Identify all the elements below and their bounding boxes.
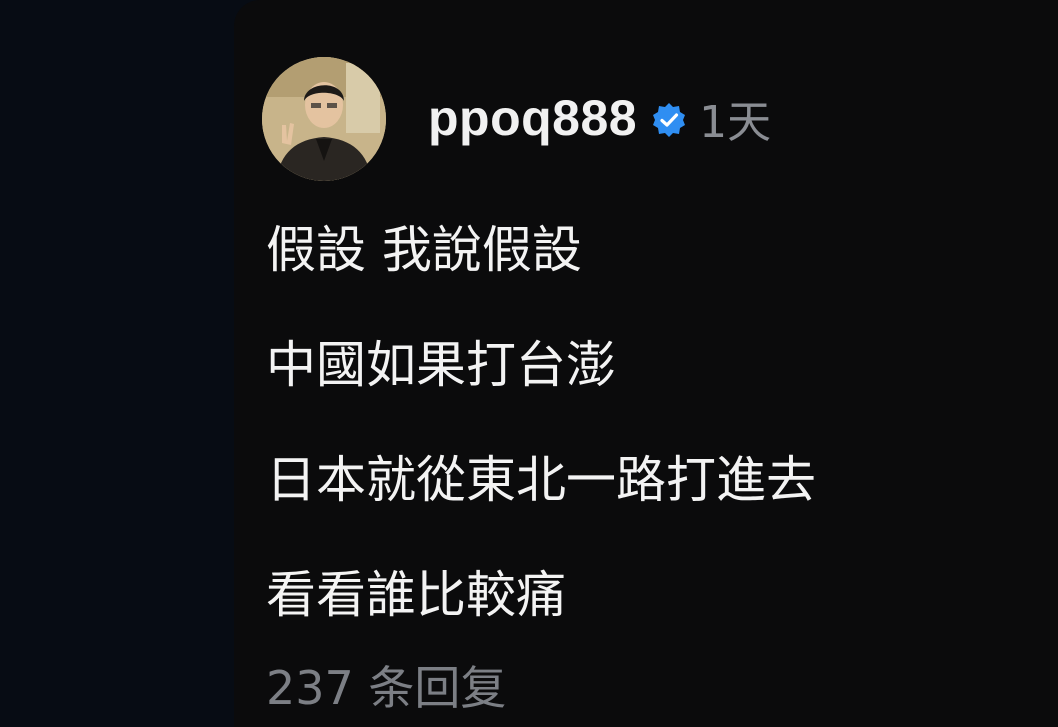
view-replies-link[interactable]: 237 条回复: [266, 660, 506, 716]
post-header: ppoq888 1天: [428, 86, 771, 150]
post-text-line: 看看誰比較痛: [266, 566, 566, 624]
post-timestamp: 1天: [699, 97, 772, 148]
verified-badge-icon: [651, 102, 687, 138]
post-body: 假設 我說假設 中國如果打台澎 日本就從東北一路打進去 看看誰比較痛: [266, 222, 816, 682]
avatar-photo: [262, 57, 386, 181]
post-text-line: 中國如果打台澎: [266, 336, 616, 394]
screen: ppoq888 1天 假設 我說假設 中國如果打台澎 日本就從東北一路打進去 看…: [0, 0, 1058, 727]
post-text-line: 假設 我說假設: [266, 221, 582, 279]
username[interactable]: ppoq888: [428, 89, 637, 147]
post-text-line: 日本就從東北一路打進去: [266, 451, 816, 509]
avatar[interactable]: [262, 57, 386, 181]
